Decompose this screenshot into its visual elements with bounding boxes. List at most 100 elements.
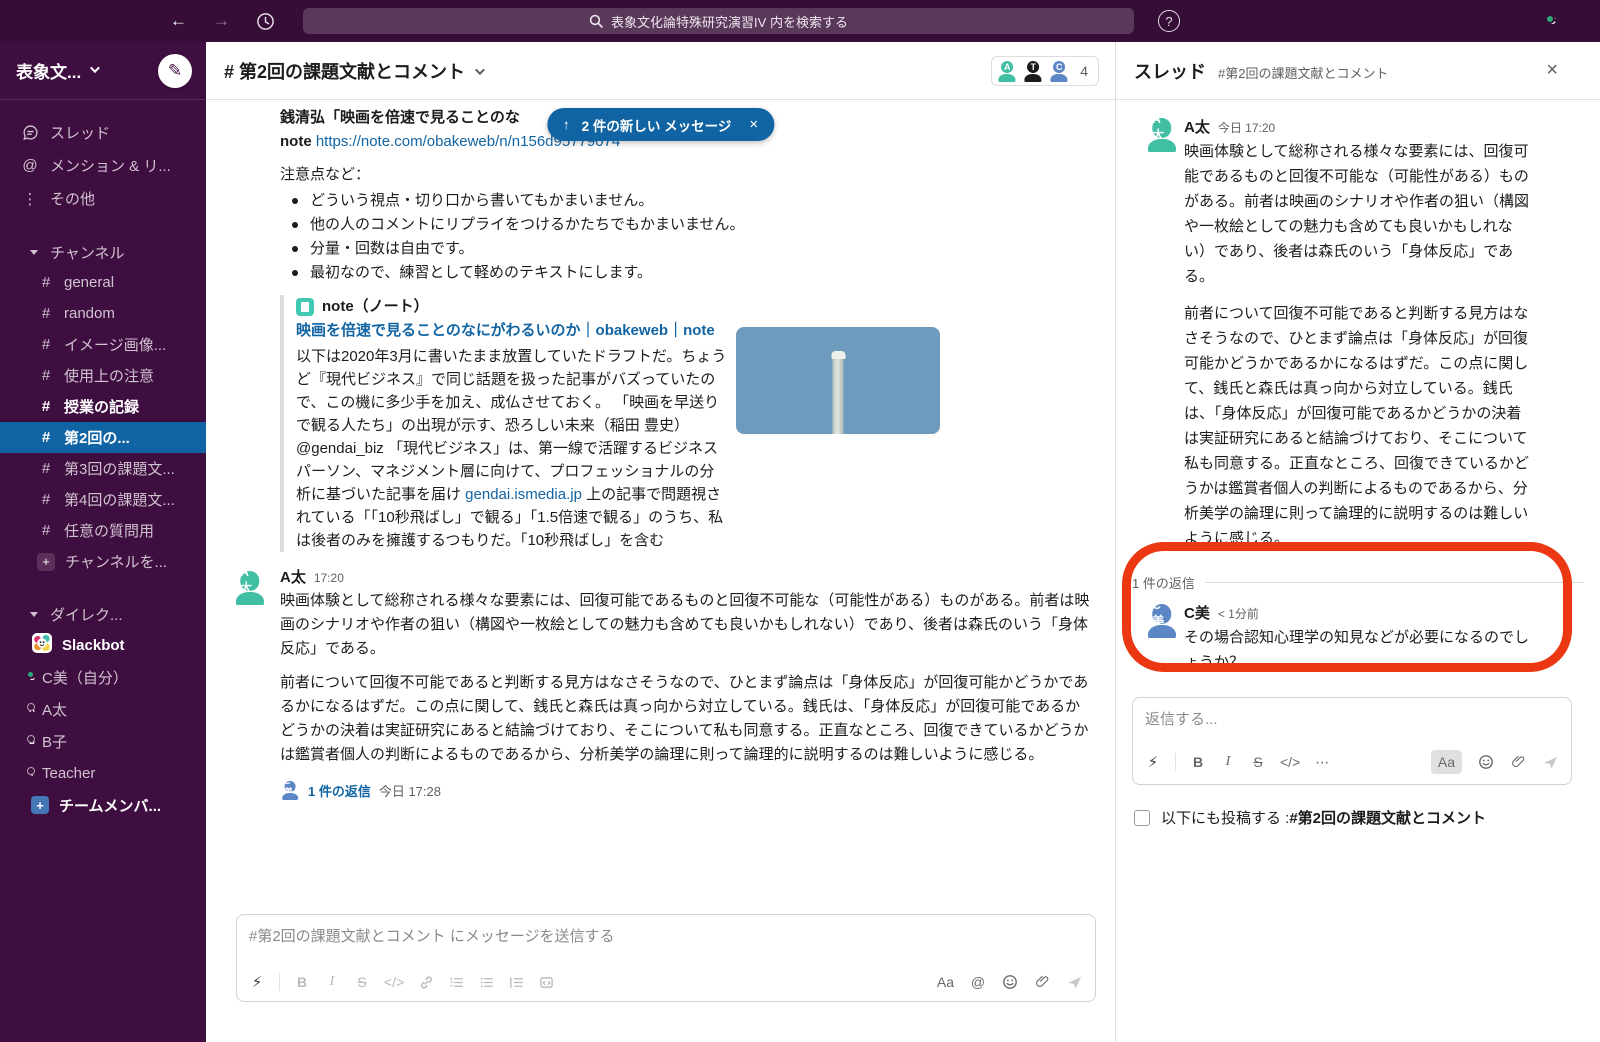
sidebar-item-mentions[interactable]: @ メンション & リ...	[0, 149, 206, 182]
thread-reply-link[interactable]: C美 1 件の返信 今日 17:28	[280, 777, 1087, 803]
dm-section-header[interactable]: ダイレク...	[0, 599, 206, 629]
card-description: 以下は2020年3月に書いたまま放置していたドラフトだ。ちょうど『現代ビジネス』…	[296, 345, 728, 552]
emoji-icon[interactable]	[1478, 754, 1494, 770]
hash-icon: #	[38, 367, 54, 384]
sidebar-channel-session3[interactable]: # 第3回の課題文...	[0, 453, 206, 484]
message-author[interactable]: A太	[1184, 116, 1210, 137]
emoji-icon[interactable]	[1002, 974, 1018, 990]
history-clock-icon[interactable]	[256, 12, 275, 31]
message-input[interactable]: #第2回の課題文献とコメント にメッセージを送信する	[237, 915, 1095, 965]
sidebar-dm-bko[interactable]: B B子	[0, 725, 206, 757]
add-channel-button[interactable]: + チャンネルを...	[0, 546, 206, 577]
link-icon[interactable]	[418, 975, 434, 990]
sidebar-item-label: その他	[50, 188, 95, 209]
thread-channel-subtitle[interactable]: #第2回の課題文献とコメント	[1218, 63, 1388, 82]
strikethrough-icon[interactable]: S	[1250, 754, 1266, 770]
send-icon[interactable]	[1542, 754, 1559, 771]
message-composer[interactable]: #第2回の課題文献とコメント にメッセージを送信する ⚡ B I S </>	[236, 914, 1096, 1002]
also-send-row: 以下にも投稿する :#第2回の課題文献とコメント	[1134, 807, 1582, 828]
channels-section-header[interactable]: チャンネル	[0, 237, 206, 267]
channel-members-button[interactable]: A T C 4	[991, 56, 1099, 86]
more-formatting-icon[interactable]: ⋯	[1314, 754, 1330, 771]
bullet-dot	[292, 198, 298, 204]
list-item: 最初なので、練習として軽めのテキストにします。	[280, 261, 1087, 285]
message-list: ↑ 2 件の新しい メッセージ × 銭清弘「映画を倍速で見ることのな note …	[206, 100, 1115, 914]
message-time[interactable]: < 1分前	[1218, 605, 1259, 622]
card-inline-link[interactable]: gendai.ismedia.jp	[465, 486, 582, 503]
hash-icon: #	[38, 305, 54, 322]
attachment-icon[interactable]	[1034, 974, 1050, 990]
plus-icon: +	[37, 553, 55, 571]
presence-offline-dot	[27, 703, 35, 711]
help-icon[interactable]: ?	[1158, 10, 1180, 32]
code-block-icon[interactable]	[538, 975, 554, 990]
sidebar-channel-session4[interactable]: # 第4回の課題文...	[0, 484, 206, 515]
thread-title: スレッド	[1134, 58, 1206, 84]
italic-icon[interactable]: I	[1220, 754, 1236, 770]
channel-title-button[interactable]: # 第2回の課題文献とコメント	[224, 58, 482, 84]
card-thumbnail-image[interactable]	[736, 327, 940, 434]
message-time[interactable]: 17:20	[314, 571, 344, 585]
also-send-checkbox[interactable]	[1134, 810, 1150, 826]
close-icon[interactable]: ×	[749, 116, 758, 133]
hash-icon: #	[224, 62, 234, 82]
ordered-list-icon[interactable]	[448, 975, 464, 990]
blockquote-icon[interactable]	[508, 975, 524, 990]
new-messages-label: 2 件の新しい メッセージ	[582, 115, 732, 135]
shortcuts-icon[interactable]: ⚡	[1145, 753, 1161, 771]
new-message-button[interactable]: ✎	[158, 54, 192, 88]
reply-text: その場合認知心理学の知見などが必要になるのでしょうか？	[1184, 625, 1530, 675]
sidebar-dm-teacher[interactable]: T Teacher	[0, 757, 206, 789]
sidebar-item-threads[interactable]: スレッド	[0, 116, 206, 149]
sidebar-channel-questions[interactable]: # 任意の質問用	[0, 515, 206, 546]
reply-input[interactable]: 返信する...	[1133, 698, 1571, 742]
add-team-members-button[interactable]: + チームメンバ...	[0, 789, 206, 821]
slackbot-avatar	[32, 633, 52, 657]
italic-icon[interactable]: I	[324, 974, 340, 990]
sidebar-channel-random[interactable]: # random	[0, 298, 206, 329]
member-count: 4	[1080, 63, 1088, 79]
thread-composer[interactable]: 返信する... ⚡ B I S </> ⋯ Aa	[1132, 697, 1572, 785]
new-messages-pill[interactable]: ↑ 2 件の新しい メッセージ ×	[547, 108, 774, 141]
sidebar-item-more[interactable]: ⋮ その他	[0, 182, 206, 215]
sidebar-dm-cmi[interactable]: C C美（自分）	[0, 661, 206, 693]
bulleted-list-icon[interactable]	[478, 975, 494, 990]
chevron-down-icon	[90, 63, 100, 73]
card-title-link[interactable]: 映画を倍速で見ることのなにがわるいのか｜obakeweb｜note	[296, 319, 732, 343]
sidebar-channel-general[interactable]: # general	[0, 267, 206, 298]
message-author[interactable]: C美	[1184, 602, 1210, 623]
close-icon[interactable]: ×	[1546, 59, 1558, 82]
bold-icon[interactable]: B	[1190, 754, 1206, 770]
sidebar-dm-ata[interactable]: A A太	[0, 693, 206, 725]
send-icon[interactable]	[1066, 974, 1083, 991]
sidebar-channel-usage-notes[interactable]: # 使用上の注意	[0, 360, 206, 391]
code-icon[interactable]: </>	[384, 974, 404, 990]
at-icon: @	[20, 157, 40, 174]
mention-icon[interactable]: @	[970, 974, 986, 990]
avatar[interactable]: A太	[232, 569, 268, 605]
plus-icon: +	[31, 796, 49, 814]
text-format-icon[interactable]: Aa	[1431, 750, 1462, 774]
bold-icon[interactable]: B	[294, 974, 310, 990]
search-input[interactable]: 表象文化論特殊研究演習IV 内を検索する	[303, 8, 1134, 34]
sidebar-channel-images[interactable]: # イメージ画像...	[0, 329, 206, 360]
workspace-header[interactable]: 表象文... ✎	[0, 42, 206, 100]
message-author[interactable]: A太	[280, 566, 306, 587]
code-icon[interactable]: </>	[1280, 754, 1300, 770]
attachment-icon[interactable]	[1510, 754, 1526, 770]
strikethrough-icon[interactable]: S	[354, 974, 370, 990]
reply-count-link[interactable]: 1 件の返信	[308, 781, 371, 800]
sidebar-dm-slackbot[interactable]: Slackbot	[0, 629, 206, 661]
avatar[interactable]: C美	[1144, 602, 1180, 638]
sidebar-channel-session2-active[interactable]: # 第2回の...	[0, 422, 206, 453]
message-time[interactable]: 今日 17:20	[1218, 119, 1275, 136]
triangle-down-icon	[30, 250, 38, 255]
message: A太 A太 17:20 映画体験として総称される様々な要素には、回復可能であるも…	[206, 566, 1115, 803]
text-format-icon[interactable]: Aa	[937, 974, 954, 990]
sidebar-channel-class-records[interactable]: # 授業の記録	[0, 391, 206, 422]
avatar[interactable]: A太	[1144, 116, 1180, 152]
history-forward-icon[interactable]: →	[213, 11, 230, 31]
history-back-icon[interactable]: ←	[170, 11, 187, 31]
message-paragraph: 映画体験として総称される様々な要素には、回復可能であるものと回復不可能な（可能性…	[280, 589, 1092, 661]
shortcuts-icon[interactable]: ⚡	[249, 973, 265, 991]
